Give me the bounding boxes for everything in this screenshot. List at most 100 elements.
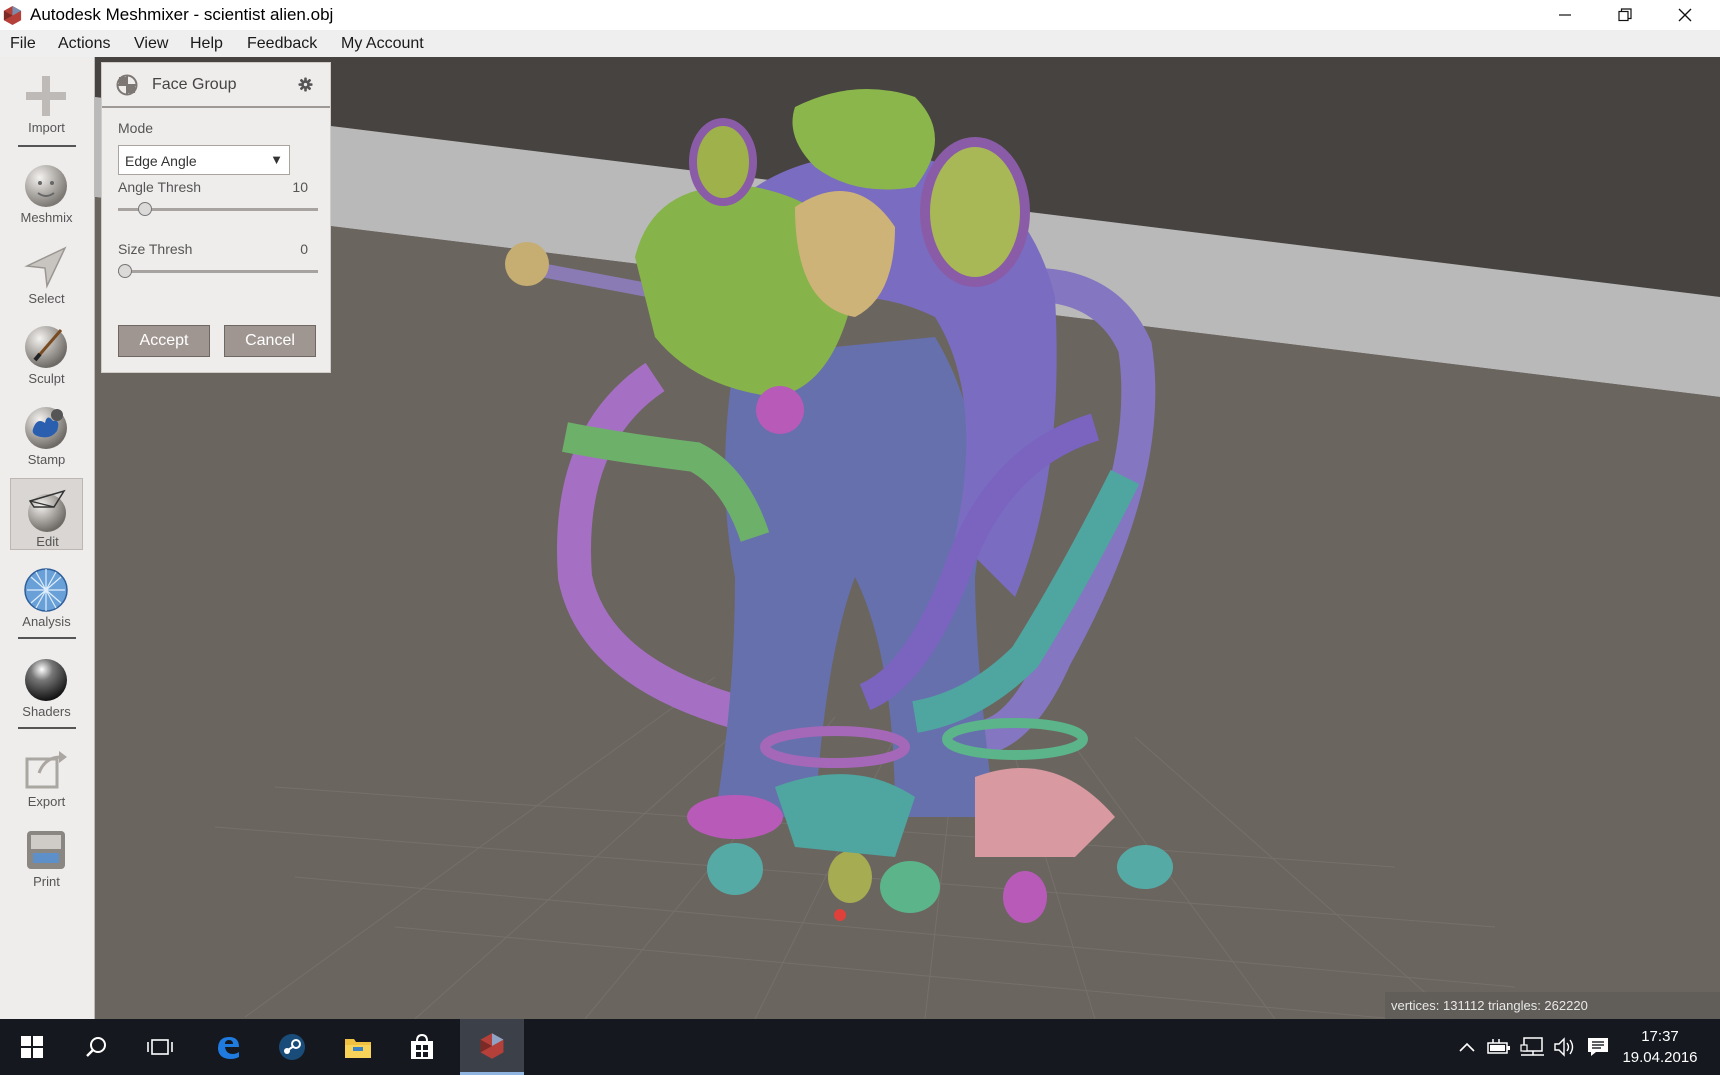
minimize-icon	[1559, 14, 1571, 16]
menu-help[interactable]: Help	[190, 35, 223, 53]
slider-track	[118, 270, 318, 273]
tool-select-label: Select	[28, 291, 65, 306]
edge-app[interactable]	[196, 1019, 260, 1075]
show-hidden-icons[interactable]	[1456, 1035, 1478, 1059]
chevron-up-icon	[1459, 1042, 1475, 1052]
angle-thresh-slider[interactable]	[118, 202, 318, 216]
toolbar-divider	[18, 637, 76, 639]
tool-sculpt[interactable]: Sculpt	[10, 316, 83, 388]
tool-sculpt-label: Sculpt	[28, 371, 65, 386]
steam-app[interactable]	[260, 1019, 324, 1075]
3d-viewport[interactable]	[95, 57, 1720, 1019]
network-icon	[1520, 1037, 1544, 1056]
edge-icon	[218, 1037, 239, 1059]
angle-thresh-label: Angle Thresh	[118, 179, 202, 195]
tool-analysis-label: Analysis	[22, 614, 71, 629]
tool-import[interactable]: Import	[10, 65, 83, 137]
tool-analysis[interactable]: Analysis	[10, 559, 83, 631]
search-icon	[86, 1037, 106, 1057]
tool-print[interactable]: Print	[10, 819, 83, 891]
toolbar-divider	[18, 727, 76, 729]
select-icon	[24, 246, 67, 289]
mode-dropdown[interactable]: Edge Angle ▼	[118, 145, 290, 175]
mode-label: Mode	[118, 120, 154, 136]
clock-time: 17:37	[1641, 1028, 1679, 1045]
title-bar: Autodesk Meshmixer - scientist alien.obj	[0, 0, 1720, 30]
tool-edit[interactable]: Edit	[10, 478, 83, 550]
tool-select[interactable]: Select	[10, 236, 83, 308]
panel-title: Face Group	[152, 76, 237, 93]
analysis-icon	[24, 568, 68, 612]
task-view-icon	[147, 1039, 173, 1055]
chevron-down-icon: ▼	[270, 152, 283, 167]
volume-control[interactable]	[1551, 1035, 1579, 1059]
tool-shaders-label: Shaders	[22, 704, 71, 719]
menu-view[interactable]: View	[134, 35, 168, 53]
gear-icon[interactable]	[298, 77, 313, 92]
menu-actions[interactable]: Actions	[58, 35, 110, 53]
size-thresh-label: Size Thresh	[118, 241, 193, 257]
menu-feedback[interactable]: Feedback	[247, 35, 317, 53]
battery-status[interactable]	[1485, 1035, 1513, 1059]
scene-canvas	[95, 57, 1720, 1019]
restore-button[interactable]	[1596, 0, 1654, 30]
size-thresh-value: 0	[300, 241, 308, 257]
network-status[interactable]	[1518, 1035, 1546, 1059]
tool-sidebar: Import Meshmix Select Sculpt Stamp Edit …	[0, 57, 95, 1019]
mesh-stats-bar: vertices: 131112 triangles: 262220	[1385, 992, 1720, 1019]
meshmixer-icon	[480, 1032, 504, 1059]
stamp-icon	[25, 407, 67, 449]
tool-shaders[interactable]: Shaders	[10, 649, 83, 721]
meshmixer-logo-icon	[3, 5, 22, 26]
tool-edit-label: Edit	[36, 534, 59, 549]
search-button[interactable]	[64, 1019, 128, 1075]
sculpt-icon	[25, 326, 67, 368]
tool-meshmix[interactable]: Meshmix	[10, 155, 83, 227]
tool-import-label: Import	[28, 120, 65, 135]
meshmixer-app[interactable]	[460, 1019, 524, 1075]
windows-taskbar: 17:37 19.04.2016	[0, 1019, 1720, 1075]
tool-export[interactable]: Export	[10, 739, 83, 811]
edit-icon	[28, 489, 66, 532]
panel-header: Face Group	[102, 63, 330, 108]
close-button[interactable]	[1656, 0, 1714, 30]
tool-export-label: Export	[27, 794, 66, 809]
slider-handle[interactable]	[138, 202, 153, 216]
store-icon	[411, 1034, 433, 1059]
restore-icon	[1618, 8, 1632, 22]
battery-icon	[1487, 1039, 1510, 1054]
windows-start-icon	[21, 1036, 43, 1058]
tool-stamp-label: Stamp	[27, 452, 66, 467]
steam-icon	[279, 1034, 305, 1060]
face-group-panel: Face Group Mode Edge Angle ▼ Angle Thres…	[101, 62, 331, 373]
volume-icon	[1554, 1037, 1574, 1057]
file-explorer-icon	[345, 1039, 371, 1058]
angle-thresh-value: 10	[292, 179, 308, 195]
store-app[interactable]	[390, 1019, 454, 1075]
system-clock[interactable]: 17:37 19.04.2016	[1600, 1026, 1720, 1068]
minimize-button[interactable]	[1536, 0, 1594, 30]
start-button[interactable]	[0, 1019, 64, 1075]
tool-meshmix-label: Meshmix	[20, 210, 73, 225]
task-view-button[interactable]	[128, 1019, 192, 1075]
toolbar-divider	[18, 145, 76, 147]
cancel-button[interactable]: Cancel	[224, 325, 316, 357]
tool-print-label: Print	[33, 874, 60, 889]
export-icon	[25, 751, 67, 789]
mesh-stats: vertices: 131112 triangles: 262220	[1391, 998, 1588, 1013]
meshmix-icon	[25, 165, 67, 207]
menu-file[interactable]: File	[10, 35, 36, 53]
tool-stamp[interactable]: Stamp	[10, 397, 83, 469]
clock-date: 19.04.2016	[1622, 1049, 1698, 1066]
slider-handle[interactable]	[118, 264, 132, 278]
file-explorer-app[interactable]	[326, 1019, 390, 1075]
face-group-icon	[116, 74, 138, 96]
mode-value: Edge Angle	[125, 153, 197, 169]
size-thresh-slider[interactable]	[118, 264, 318, 278]
menu-my-account[interactable]: My Account	[341, 35, 424, 53]
accept-button[interactable]: Accept	[118, 325, 210, 357]
shaders-icon	[25, 659, 67, 701]
print-icon	[27, 831, 65, 869]
import-icon	[26, 76, 66, 116]
menu-bar: File Actions View Help Feedback My Accou…	[0, 30, 1720, 57]
